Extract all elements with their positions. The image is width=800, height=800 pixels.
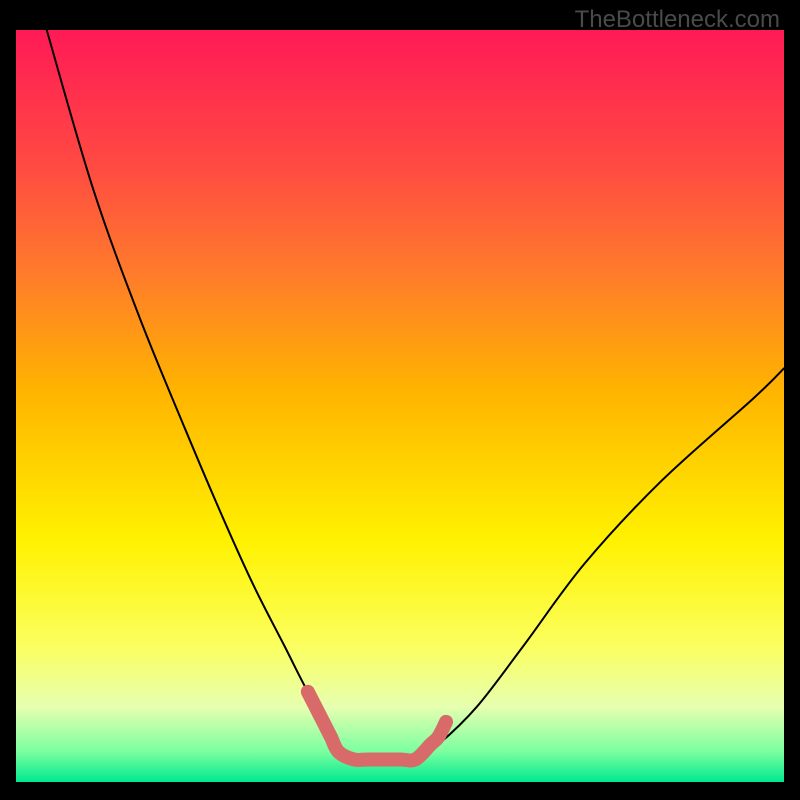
chart-frame: TheBottleneck.com <box>16 2 784 782</box>
plot-area <box>16 30 784 782</box>
curve-layer <box>16 30 784 782</box>
bottleneck-curve <box>47 30 784 761</box>
highlight-band <box>308 692 446 761</box>
